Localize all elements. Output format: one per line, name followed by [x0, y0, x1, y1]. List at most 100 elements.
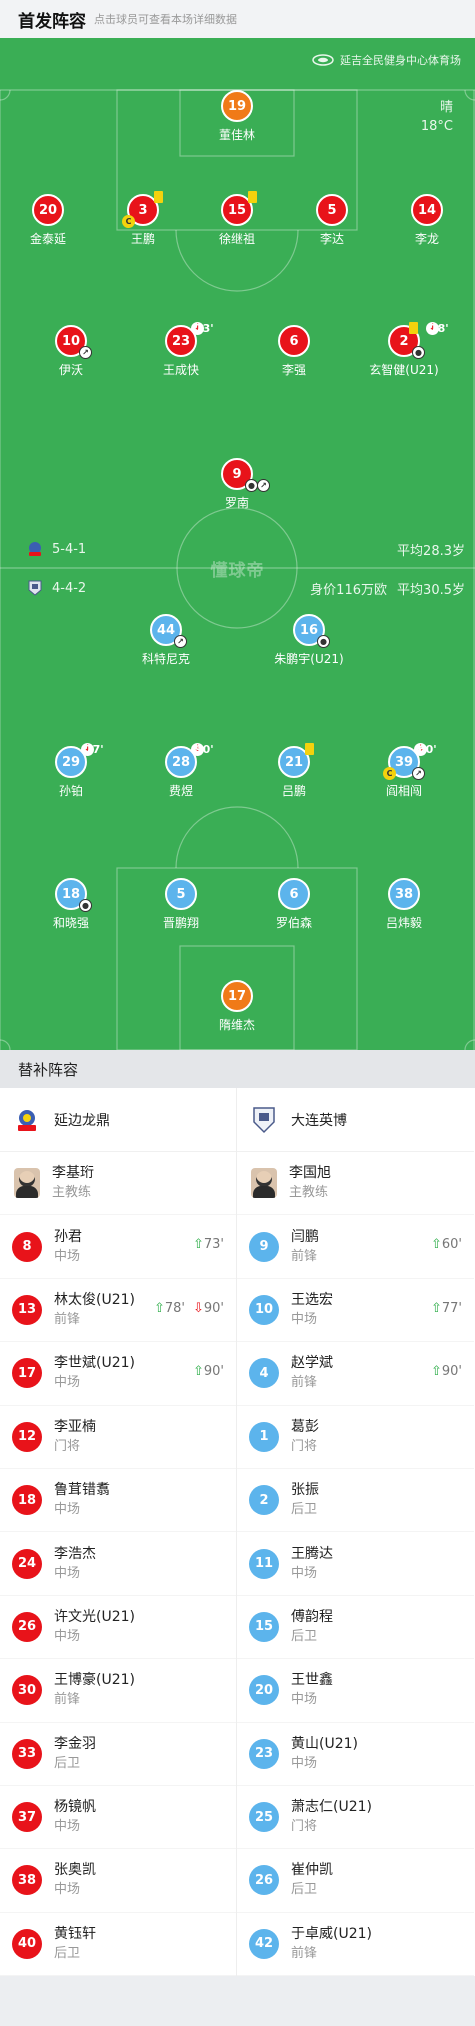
page-title: 首发阵容: [18, 11, 86, 32]
away-team-name: 大连英博: [291, 1112, 347, 1129]
player-away-d1[interactable]: 18 ● 和晓强: [16, 878, 126, 931]
jersey-number: 26: [249, 1865, 279, 1896]
sub-player-row[interactable]: 10 王选宏 中场 ⇧77': [237, 1279, 474, 1343]
player-away-f1[interactable]: 44 ↗ 科特尼克: [111, 614, 221, 667]
player-info: 崔仲凯 后卫: [291, 1861, 333, 1899]
player-away-d4[interactable]: 38 吕炜毅: [349, 878, 459, 931]
player-info: 黄山(U21) 中场: [291, 1735, 358, 1773]
player-info: 王博豪(U21) 前锋: [54, 1671, 135, 1709]
player-info: 赵学斌 前锋: [291, 1354, 333, 1392]
sub-player-row[interactable]: 26 崔仲凯后卫: [237, 1849, 474, 1913]
player-away-m1[interactable]: 29 ↓ 77' 孙铂: [16, 743, 126, 799]
jersey-circle: 18 ●: [55, 878, 92, 912]
venue-name: 延吉全民健身中心体育场: [340, 54, 461, 67]
jersey-number: 12: [12, 1421, 42, 1452]
player-away-m4[interactable]: 39 ↓ 60' C ↗ 阎相闯: [349, 743, 459, 799]
player-home-d4[interactable]: 5 李达: [277, 194, 387, 247]
player-home-f1[interactable]: 9 ● ↗ 罗南: [182, 458, 292, 511]
player-info: 黄钰轩 后卫: [54, 1925, 96, 1963]
sub-player-row[interactable]: 17 李世斌(U21) 中场 ⇧90': [0, 1342, 236, 1406]
player-name: 傅韵程: [291, 1608, 333, 1625]
player-name: 李浩杰: [54, 1545, 96, 1562]
sub-player-row[interactable]: 18 鲁茸错翥 中场: [0, 1469, 236, 1533]
sub-player-row[interactable]: 2 张振 后卫: [237, 1469, 474, 1533]
coach-avatar: [251, 1168, 277, 1199]
player-away-d2[interactable]: 5 晋鹏翔: [126, 878, 236, 931]
player-away-m3[interactable]: 21 吕鹏: [239, 743, 349, 799]
player-away-gk[interactable]: 17 隋维杰: [182, 980, 292, 1033]
player-name: 阎相闯: [385, 784, 422, 798]
sub-player-row[interactable]: 24 李浩杰 中场: [0, 1532, 236, 1596]
jersey-number: 5: [316, 194, 348, 226]
player-away-f2[interactable]: 16 ● 朱鹏宇(U21): [254, 614, 364, 667]
player-home-m3[interactable]: 6 李强: [239, 325, 349, 378]
coach-row[interactable]: 李基珩 主教练: [0, 1152, 236, 1216]
player-home-d5[interactable]: 14 李龙: [372, 194, 475, 247]
sub-player-row[interactable]: 9 闫鹏 前锋 ⇧60': [237, 1215, 474, 1279]
player-home-gk[interactable]: 19 董佳林: [182, 90, 292, 143]
goal-icon: ●: [79, 899, 92, 912]
event-time: 77': [85, 743, 104, 756]
jersey-number: 26: [12, 1611, 42, 1642]
sub-player-row[interactable]: 33 李金羽 后卫: [0, 1723, 236, 1786]
player-info: 王世鑫 中场: [291, 1671, 333, 1709]
player-position: 后卫: [54, 1755, 81, 1771]
sub-in-minute: 78': [164, 1300, 185, 1316]
jersey-number: 25: [249, 1802, 279, 1833]
player-info: 李基珩 主教练: [52, 1164, 94, 1202]
sub-player-row[interactable]: 38 张奥凯 中场: [0, 1849, 236, 1913]
player-position: 中场: [291, 1755, 318, 1771]
jersey-number: 20: [32, 194, 64, 226]
jersey-number: 40: [12, 1928, 42, 1959]
coach-row[interactable]: 李国旭 主教练: [237, 1152, 474, 1216]
sub-in-icon: ⇧: [430, 1237, 442, 1253]
jersey-number: 15: [249, 1611, 279, 1642]
player-name: 王世鑫: [291, 1672, 333, 1689]
sub-in-minute: 90': [203, 1364, 224, 1380]
sub-player-row[interactable]: 40 黄钰轩 后卫: [0, 1913, 236, 1977]
home-team-header[interactable]: 延边龙鼎: [0, 1088, 236, 1152]
weather-temp: 18°C: [420, 119, 453, 134]
player-home-m1[interactable]: 10 ↗ 伊沃: [16, 325, 126, 378]
sub-player-row[interactable]: 1 葛彭 门将: [237, 1406, 474, 1469]
player-info: 张奥凯 中场: [54, 1861, 96, 1899]
jersey-number: 42: [249, 1928, 279, 1959]
sub-player-row[interactable]: 11 王腾达 中场: [237, 1532, 474, 1596]
player-position: 后卫: [54, 1945, 81, 1961]
jersey-number: 14: [411, 194, 443, 226]
sub-player-row[interactable]: 42 于卓威(U21) 前锋: [237, 1913, 474, 1977]
sub-player-row[interactable]: 13 林太俊(U21) 前锋 ⇧78' ⇩90': [0, 1279, 236, 1343]
sub-player-row[interactable]: 20 王世鑫 中场: [237, 1659, 474, 1723]
away-team-header[interactable]: 大连英博: [237, 1088, 474, 1152]
player-home-d3[interactable]: 15 徐继祖: [182, 191, 292, 247]
jersey-number: 10: [249, 1294, 279, 1325]
player-info: 张振 后卫: [291, 1481, 319, 1519]
player-info: 李国旭 主教练: [289, 1164, 331, 1202]
jersey-number: 24: [12, 1548, 42, 1579]
player-name: 崔仲凯: [291, 1862, 333, 1879]
jersey-number: 38: [388, 878, 420, 910]
sub-player-row[interactable]: 30 王博豪(U21) 前锋: [0, 1659, 236, 1723]
home-avg-age: 平均28.3岁: [397, 544, 465, 559]
player-home-m2[interactable]: 23 ↓ 73' 王成快: [126, 322, 236, 378]
player-name: 玄智健(U21): [369, 363, 439, 377]
sub-player-row[interactable]: 25 萧志仁(U21) 门将: [237, 1786, 474, 1850]
sub-player-row[interactable]: 23 黄山(U21) 中场: [237, 1723, 474, 1786]
sub-player-row[interactable]: 4 赵学斌 前锋 ⇧90': [237, 1342, 474, 1406]
jersey-number: 19: [221, 90, 253, 122]
player-away-d3[interactable]: 6 罗伯森: [239, 878, 349, 931]
sub-player-row[interactable]: 8 孙君 中场 ⇧73': [0, 1215, 236, 1279]
sub-player-row[interactable]: 12 李亚楠 门将: [0, 1406, 236, 1469]
player-name: 伊沃: [58, 363, 83, 377]
player-position: 中场: [54, 1502, 81, 1518]
player-home-m4[interactable]: 2 ↓ 78' ● 玄智健(U21): [349, 322, 459, 378]
player-name: 李亚楠: [54, 1418, 96, 1435]
sub-player-row[interactable]: 15 傅韵程 后卫: [237, 1596, 474, 1660]
sub-in-icon: ⇧: [192, 1237, 204, 1253]
player-away-m2[interactable]: 28 ↓ 90' 费煜: [126, 743, 236, 799]
sub-player-row[interactable]: 26 许文光(U21) 中场: [0, 1596, 236, 1660]
player-position: 后卫: [291, 1882, 318, 1898]
venue: 延吉全民健身中心体育场: [312, 52, 461, 68]
sub-in-time: ⇧73': [193, 1237, 224, 1252]
sub-player-row[interactable]: 37 杨镜帆 中场: [0, 1786, 236, 1850]
